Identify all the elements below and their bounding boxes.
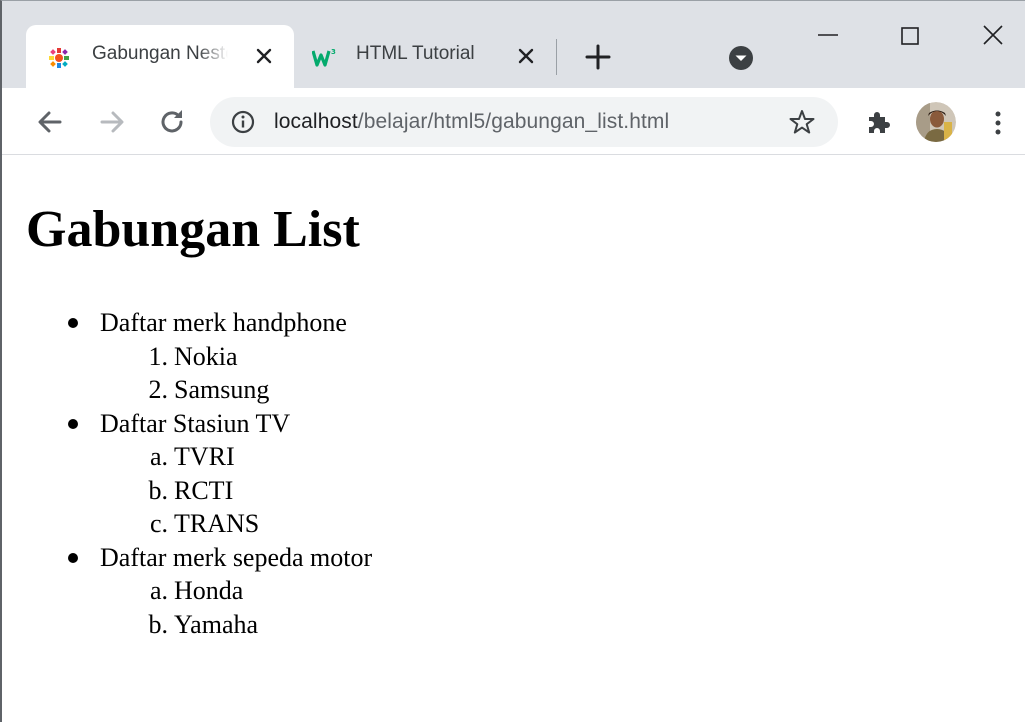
toolbar: localhost/belajar/html5/gabungan_list.ht… xyxy=(2,88,1025,155)
tab-separator xyxy=(556,39,557,75)
maximize-icon[interactable] xyxy=(890,19,930,59)
minimize-icon[interactable] xyxy=(808,19,848,59)
puzzle-colorful-icon xyxy=(49,48,69,68)
page-viewport: Gabungan List Daftar merk handphone 1. N… xyxy=(2,156,1025,722)
bullet-icon xyxy=(68,552,78,563)
info-icon[interactable] xyxy=(230,109,256,135)
nested-list-item: 2. Samsung xyxy=(2,373,372,407)
list-item: Daftar merk sepeda motor xyxy=(2,541,372,575)
svg-text:3: 3 xyxy=(331,48,336,56)
outer-list: Daftar merk handphone 1. Nokia 2. Samsun… xyxy=(2,306,372,641)
nested-list-item: b. Yamaha xyxy=(2,608,372,642)
nested-item-label: TVRI xyxy=(174,442,235,471)
plus-icon[interactable] xyxy=(582,41,614,73)
list-item-label: Daftar merk handphone xyxy=(100,308,347,337)
nested-list-item: 1. Nokia xyxy=(2,340,372,374)
page-heading: Gabungan List xyxy=(26,201,360,258)
address-bar[interactable]: localhost/belajar/html5/gabungan_list.ht… xyxy=(210,97,838,147)
url-path: /belajar/html5/gabungan_list.html xyxy=(357,110,670,133)
url-text[interactable]: localhost/belajar/html5/gabungan_list.ht… xyxy=(274,110,669,134)
list-marker: a. xyxy=(149,576,168,605)
tab-search-icon[interactable] xyxy=(726,43,756,73)
tab-title: Gabungan Nested List xyxy=(92,43,228,64)
list-item-label: Daftar Stasiun TV xyxy=(100,408,291,438)
list-marker: b. xyxy=(148,475,169,505)
nested-item-label: Honda xyxy=(174,576,244,605)
list-marker: 2. xyxy=(148,375,169,404)
nested-list-item: a. Honda xyxy=(2,574,372,608)
url-host: localhost xyxy=(274,110,358,133)
list-item: Daftar Stasiun TV xyxy=(2,407,372,441)
close-window-icon[interactable] xyxy=(974,19,1014,59)
nested-list-item: a. TVRI xyxy=(2,440,372,474)
star-icon[interactable] xyxy=(788,108,816,136)
nested-item-label: Yamaha xyxy=(174,609,259,639)
tab-gabungan[interactable]: Gabungan Nested List xyxy=(26,25,294,88)
nested-item-label: Nokia xyxy=(174,341,238,371)
bullet-icon xyxy=(68,418,78,429)
three-dots-icon[interactable] xyxy=(986,108,1010,138)
bullet-icon xyxy=(68,318,78,328)
close-tab-icon[interactable] xyxy=(512,42,540,70)
list-item: Daftar merk handphone xyxy=(2,306,372,340)
list-item-label: Daftar merk sepeda motor xyxy=(100,542,373,572)
forward-arrow-icon[interactable] xyxy=(96,106,128,138)
nested-list-item: c. TRANS xyxy=(2,507,372,541)
nested-item-label: TRANS xyxy=(174,509,260,538)
list-marker: a. xyxy=(149,442,168,471)
browser-window: Gabungan Nested List 3 HTML Tutorial xyxy=(0,0,1025,722)
tab-title: HTML Tutorial xyxy=(356,43,475,64)
close-tab-icon[interactable] xyxy=(250,42,278,70)
nested-item-label: Samsung xyxy=(174,375,270,404)
puzzle-icon[interactable] xyxy=(864,108,892,136)
nested-item-label: RCTI xyxy=(174,475,234,505)
back-arrow-icon[interactable] xyxy=(34,106,66,138)
tab-strip: Gabungan Nested List 3 HTML Tutorial xyxy=(2,1,1025,88)
list-marker: c. xyxy=(149,509,168,538)
list-marker: 1. xyxy=(148,341,169,371)
list-marker: b. xyxy=(148,609,169,639)
reload-icon[interactable] xyxy=(156,106,188,138)
w3schools-icon: 3 xyxy=(312,48,336,67)
tab-html-tutorial[interactable]: 3 HTML Tutorial xyxy=(298,25,556,88)
avatar[interactable] xyxy=(916,102,956,142)
nested-list-item: b. RCTI xyxy=(2,474,372,508)
